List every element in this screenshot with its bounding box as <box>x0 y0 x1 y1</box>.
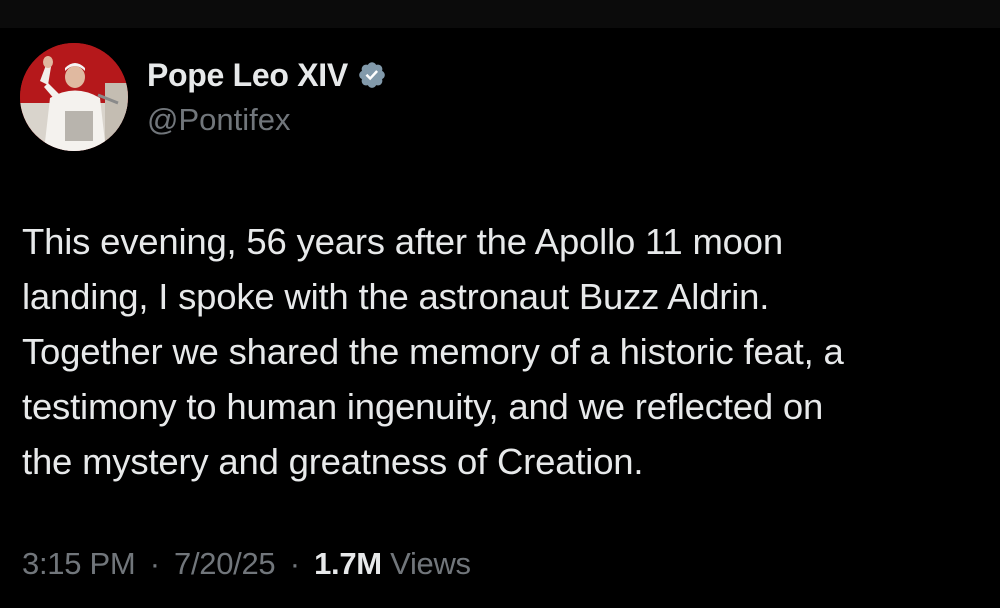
meta-separator: · <box>289 546 300 581</box>
tweet-card: Pope Leo XIV @Pontifex This evening, 56 … <box>0 0 1000 608</box>
tweet-text-line: landing, I spoke with the astronaut Buzz… <box>22 276 770 317</box>
tweet-text-line: the mystery and greatness of Creation. <box>22 441 644 482</box>
tweet-meta: 3:15 PM · 7/20/25 · 1.7M Views <box>22 546 471 582</box>
tweet-text-line: Together we shared the memory of a histo… <box>22 331 844 372</box>
author-name-row: Pope Leo XIV <box>147 55 387 95</box>
avatar-image <box>20 43 128 151</box>
views-label[interactable]: Views <box>390 546 471 581</box>
tweet-date[interactable]: 7/20/25 <box>174 546 276 581</box>
author-display-name[interactable]: Pope Leo XIV <box>147 57 348 94</box>
tweet-text-line: This evening, 56 years after the Apollo … <box>22 221 783 262</box>
avatar[interactable] <box>20 43 128 151</box>
views-count[interactable]: 1.7M <box>314 546 382 581</box>
tweet-text-line: testimony to human ingenuity, and we ref… <box>22 386 824 427</box>
meta-separator: · <box>149 546 160 581</box>
verified-badge-icon[interactable] <box>357 60 387 90</box>
author-handle[interactable]: @Pontifex <box>147 102 290 138</box>
tweet-time[interactable]: 3:15 PM <box>22 546 136 581</box>
tweet-text: This evening, 56 years after the Apollo … <box>22 214 982 489</box>
